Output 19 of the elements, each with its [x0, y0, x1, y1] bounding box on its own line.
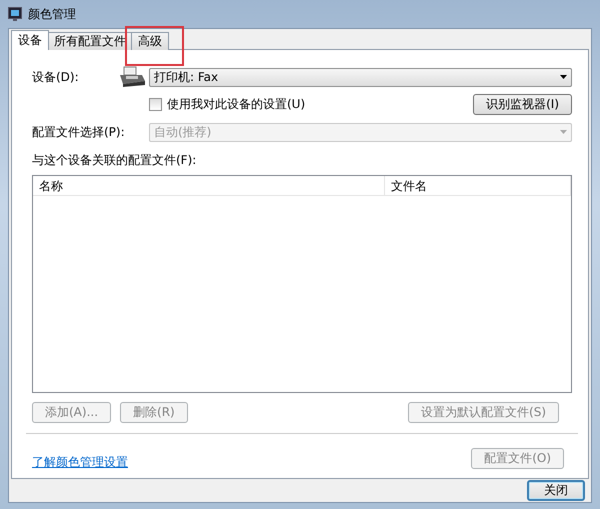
tab[interactable]: 设备	[11, 30, 49, 50]
profiles-list[interactable]: 名称 文件名	[32, 175, 572, 393]
dropdown-arrow-icon	[560, 130, 567, 134]
printer-icon	[118, 66, 146, 88]
field-label: 配置文件选择(P):	[32, 124, 126, 140]
section-label: 与这个设备关联的配置文件(F):	[32, 152, 198, 169]
tab[interactable]: 所有配置文件	[47, 32, 133, 50]
checkbox[interactable]	[149, 98, 162, 111]
help-link[interactable]: 了解颜色管理设置	[32, 454, 128, 471]
dropdown-arrow-icon	[560, 75, 567, 79]
column-header[interactable]: 名称	[33, 176, 385, 195]
column-header[interactable]: 文件名	[385, 176, 571, 195]
field-label: 设备(D):	[32, 68, 80, 86]
close-button[interactable]: 关闭	[527, 480, 585, 501]
tab[interactable]: 高级	[131, 32, 169, 50]
device-dropdown[interactable]: 打印机: Fax	[149, 68, 572, 86]
window-title: 颜色管理	[28, 6, 76, 22]
checkbox-label: 使用我对此设备的设置(U)	[167, 96, 306, 113]
identify-monitors-button[interactable]: 识别监视器(I)	[473, 94, 572, 115]
